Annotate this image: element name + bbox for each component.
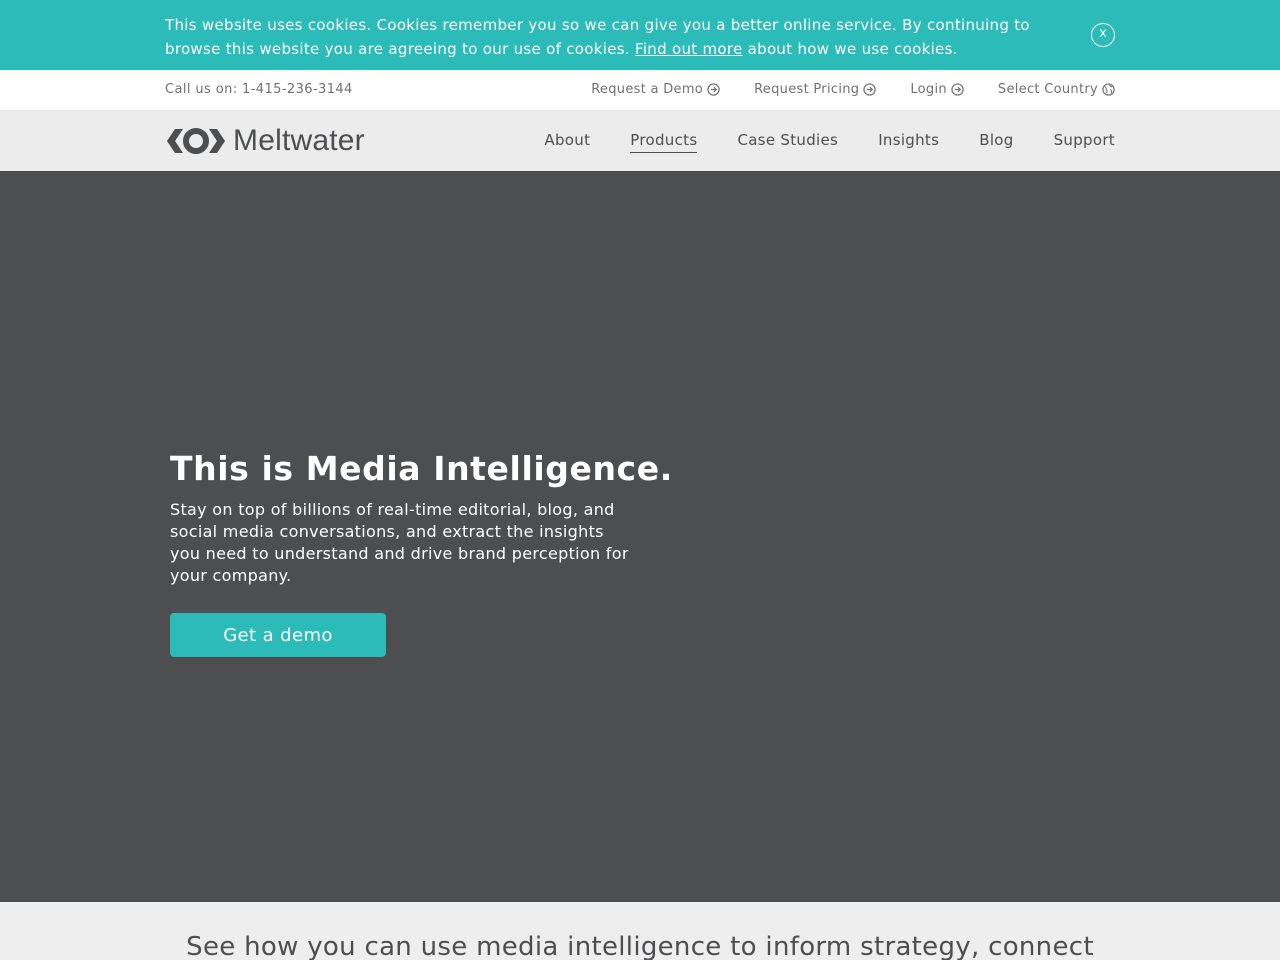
login-link[interactable]: Login (910, 82, 964, 97)
request-demo-link[interactable]: Request a Demo (591, 82, 720, 97)
main-navigation: Meltwater About Products Case Studies In… (0, 111, 1280, 171)
cookie-banner: This website uses cookies. Cookies remem… (0, 0, 1280, 70)
arrow-circle-right-icon (707, 83, 720, 96)
globe-icon (1102, 83, 1115, 96)
utility-bar: Call us on: 1-415-236-3144 Request a Dem… (0, 70, 1280, 111)
arrow-circle-right-icon (863, 83, 877, 96)
nav-links: About Products Case Studies Insights Blo… (544, 131, 1115, 153)
login-label: Login (910, 82, 947, 97)
cookie-message: This website uses cookies. Cookies remem… (165, 13, 1065, 61)
nav-item-blog[interactable]: Blog (979, 131, 1013, 153)
get-demo-button[interactable]: Get a demo (170, 613, 386, 657)
cookie-text-after: about how we use cookies. (742, 40, 958, 58)
find-out-more-link[interactable]: Find out more (635, 40, 743, 58)
hero-section: This is Media Intelligence. Stay on top … (0, 171, 1280, 902)
nav-item-products[interactable]: Products (630, 131, 698, 153)
request-demo-label: Request a Demo (591, 82, 704, 97)
cookie-close-button[interactable]: x (1091, 23, 1115, 47)
request-pricing-link[interactable]: Request Pricing (754, 82, 877, 97)
nav-item-support[interactable]: Support (1054, 131, 1115, 153)
phone-number: Call us on: 1-415-236-3144 (165, 82, 353, 97)
nav-item-about[interactable]: About (544, 131, 590, 153)
nav-item-case-studies[interactable]: Case Studies (737, 131, 838, 153)
logo-wordmark: Meltwater (233, 124, 365, 157)
utility-links: Request a Demo Request Pricing Login Sel… (591, 82, 1115, 97)
hero-title: This is Media Intelligence. (170, 449, 673, 488)
meltwater-logo[interactable]: Meltwater (165, 126, 365, 156)
nav-item-insights[interactable]: Insights (878, 131, 939, 153)
select-country-link[interactable]: Select Country (998, 82, 1115, 97)
strategy-heading: See how you can use media intelligence t… (186, 932, 1094, 960)
strategy-section: See how you can use media intelligence t… (0, 902, 1280, 960)
select-country-label: Select Country (997, 82, 1098, 97)
meltwater-logo-icon (167, 128, 225, 154)
hero-description: Stay on top of billions of real-time edi… (170, 500, 629, 585)
arrow-circle-right-icon (951, 83, 964, 96)
request-pricing-label: Request Pricing (754, 82, 860, 97)
